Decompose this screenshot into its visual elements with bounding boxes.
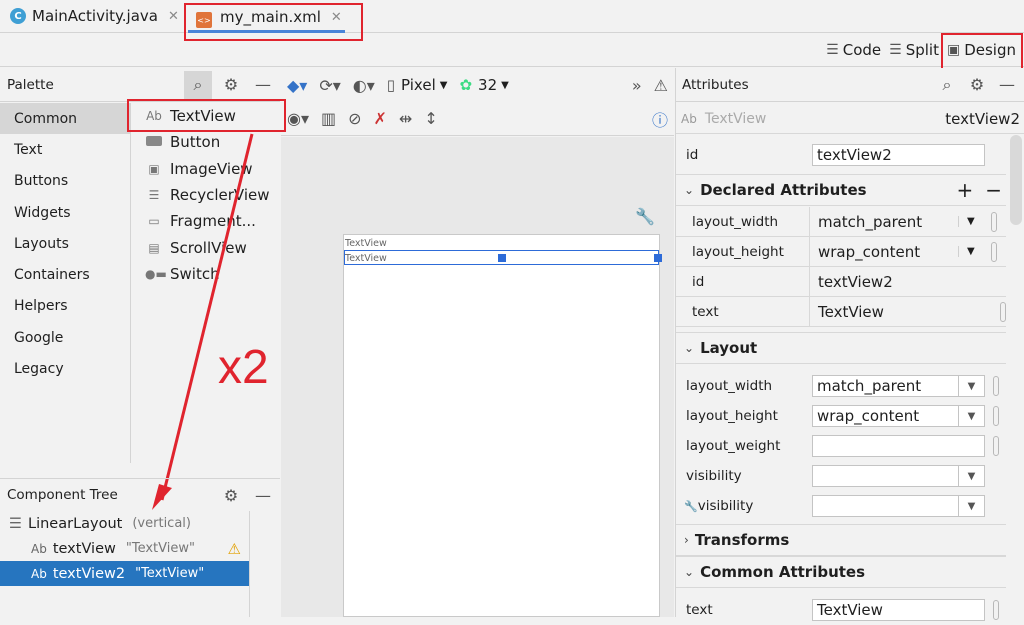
layout-row-tools-visibility: 🔧visibility ▼ <box>676 491 1006 521</box>
chevron-right-icon: › <box>684 533 689 547</box>
chevron-down-icon: ⌄ <box>684 183 695 197</box>
resource-picker[interactable] <box>990 241 997 262</box>
tree-node-meta: (vertical) <box>132 516 191 531</box>
linearlayout-icon: ☰ <box>9 515 22 532</box>
layout-row-visibility: visibility ▼ <box>676 461 1006 491</box>
attr-value[interactable]: textView2 <box>818 273 893 291</box>
component-id: textView2 <box>945 109 1020 128</box>
attr-name: text <box>686 602 713 618</box>
declared-row-id: id textView2 <box>676 266 1006 297</box>
tree-node-label: LinearLayout <box>28 515 123 532</box>
chevron-down-icon[interactable]: ▼ <box>958 246 975 257</box>
layout-weight-field[interactable] <box>812 435 985 457</box>
gear-icon[interactable]: ⚙ <box>966 74 988 96</box>
layout-width-select[interactable]: match_parent <box>812 375 959 397</box>
attr-name: 🔧visibility <box>684 498 754 514</box>
resource-picker[interactable] <box>990 211 997 232</box>
section-title: Layout <box>700 339 758 357</box>
common-row-text: text TextView <box>676 595 1006 625</box>
remove-icon[interactable]: − <box>985 178 1002 202</box>
layout-row-height: layout_height wrap_content ▼ <box>676 401 1006 431</box>
component-summary: Ab TextView textView2 <box>676 104 1024 134</box>
attr-name: id <box>686 147 699 163</box>
component-tree-title: Component Tree <box>7 487 118 503</box>
chevron-down-icon[interactable]: ▼ <box>959 375 985 397</box>
gear-icon[interactable]: ⚙ <box>220 484 242 506</box>
tools-visibility-select[interactable] <box>812 495 959 517</box>
tree-node-label: textView <box>52 540 116 557</box>
attr-value[interactable]: wrap_content <box>818 243 958 261</box>
tree-node-meta: "TextView" <box>125 541 195 556</box>
attributes-title: Attributes <box>682 76 749 93</box>
section-declared-attributes[interactable]: ⌄ Declared Attributes + − <box>676 174 1006 206</box>
component-tree: ☰ LinearLayout (vertical) Ab textView "T… <box>0 511 249 617</box>
chevron-down-icon[interactable]: ▼ <box>959 495 985 517</box>
tree-node-textview[interactable]: Ab textView "TextView" ⚠ <box>0 536 249 561</box>
wrench-icon: 🔧 <box>684 500 698 513</box>
id-field[interactable]: textView2 <box>812 144 985 166</box>
chevron-down-icon[interactable]: ▼ <box>959 465 985 487</box>
attr-name: layout_width <box>692 213 779 230</box>
tree-node-meta: "TextView" <box>135 566 205 581</box>
component-tree-header: Component Tree ⚙ — <box>0 478 280 511</box>
attributes-scrollbar[interactable] <box>1010 135 1022 225</box>
add-icon[interactable]: + <box>956 178 973 202</box>
minimize-icon[interactable]: — <box>996 74 1018 96</box>
chevron-down-icon: ⌄ <box>684 565 695 579</box>
section-common-attributes[interactable]: ⌄ Common Attributes <box>676 556 1006 588</box>
minimize-icon[interactable]: — <box>252 484 274 506</box>
warning-icon[interactable]: ⚠ <box>228 540 241 558</box>
attr-name: layout_height <box>686 408 778 424</box>
textview-icon: Ab <box>681 111 697 126</box>
declared-row-layout-height: layout_height wrap_content ▼ <box>676 236 1006 267</box>
search-icon[interactable]: ⌕ <box>936 74 958 96</box>
component-type: TextView <box>704 110 767 127</box>
attr-name: id <box>692 273 705 290</box>
resource-picker[interactable] <box>993 600 999 620</box>
attr-value[interactable]: TextView <box>818 303 992 321</box>
text-field[interactable]: TextView <box>812 599 985 621</box>
attr-name: visibility <box>686 468 742 484</box>
layout-row-width: layout_width match_parent ▼ <box>676 371 1006 401</box>
attr-name: layout_weight <box>686 438 781 454</box>
declared-row-text: text TextView <box>676 296 1006 327</box>
chevron-down-icon[interactable]: ▼ <box>958 216 975 227</box>
section-title: Common Attributes <box>700 563 866 581</box>
attr-row-id: id textView2 <box>676 140 1006 170</box>
resource-picker[interactable] <box>993 406 999 426</box>
attributes-header: Attributes ⌕ ⚙ — <box>675 68 1024 102</box>
attr-value[interactable]: match_parent <box>818 213 958 231</box>
chevron-down-icon: ⌄ <box>684 341 695 355</box>
attr-name: text <box>692 303 719 320</box>
section-transforms[interactable]: › Transforms <box>676 524 1006 556</box>
tree-node-label: textView2 <box>52 565 126 582</box>
section-title: Transforms <box>694 531 790 549</box>
attr-name: layout_height <box>692 243 784 260</box>
visibility-select[interactable] <box>812 465 959 487</box>
tree-node-textview2[interactable]: Ab textView2 "TextView" <box>0 561 249 586</box>
layout-row-weight: layout_weight <box>676 431 1006 461</box>
chevron-down-icon[interactable]: ▼ <box>959 405 985 427</box>
section-title: Declared Attributes <box>700 181 867 199</box>
resource-picker[interactable] <box>1000 301 1006 322</box>
textview-icon: Ab <box>31 566 47 581</box>
tree-divider <box>249 511 280 617</box>
textview-icon: Ab <box>31 541 47 556</box>
resource-picker[interactable] <box>993 436 999 456</box>
section-layout[interactable]: ⌄ Layout <box>676 332 1006 364</box>
tree-node-linearlayout[interactable]: ☰ LinearLayout (vertical) <box>0 511 249 536</box>
resource-picker[interactable] <box>993 376 999 396</box>
declared-row-layout-width: layout_width match_parent ▼ <box>676 206 1006 237</box>
layout-height-select[interactable]: wrap_content <box>812 405 959 427</box>
attr-name: layout_width <box>686 378 773 394</box>
